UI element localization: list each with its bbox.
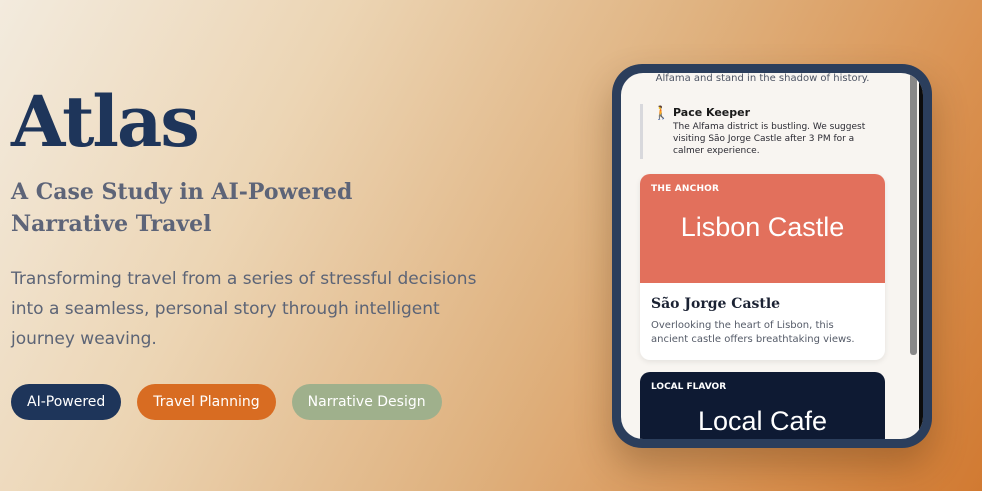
anchor-card-eyebrow: THE ANCHOR <box>651 184 720 194</box>
page-subtitle: A Case Study in AI-Powered Narrative Tra… <box>11 179 353 237</box>
scrollbar-thumb[interactable] <box>910 73 917 355</box>
anchor-card-body: São Jorge Castle Overlooking the heart o… <box>640 283 885 360</box>
pace-keeper-title: Pace Keeper <box>673 106 751 119</box>
tag-ai-powered[interactable]: AI-Powered <box>11 384 122 420</box>
anchor-card-hero: Lisbon Castle <box>680 212 845 242</box>
walking-person-icon: 🚶 <box>653 106 670 121</box>
local-flavor-hero: Local Cafe <box>697 406 828 436</box>
local-flavor-eyebrow: LOCAL FLAVOR <box>651 382 727 392</box>
pace-keeper-body: The Alfama district is bustling. We sugg… <box>673 122 866 156</box>
hero-section: Atlas A Case Study in AI-Powered Narrati… <box>11 84 511 420</box>
anchor-card-text: Overlooking the heart of Lisbon, this an… <box>651 320 855 345</box>
screen-edge <box>919 73 923 439</box>
local-flavor-card[interactable]: LOCAL FLAVOR Local Cafe <box>640 372 885 439</box>
tag-list: AI-Powered Travel Planning Narrative Des… <box>11 384 511 420</box>
anchor-card[interactable]: THE ANCHOR Lisbon Castle São Jorge Castl… <box>640 174 885 360</box>
phone-screen: Alfama and stand in the shadow of histor… <box>621 73 923 439</box>
itinerary-feed[interactable]: Alfama and stand in the shadow of histor… <box>640 73 885 439</box>
anchor-card-title: São Jorge Castle <box>651 296 781 312</box>
phone-mockup: Alfama and stand in the shadow of histor… <box>612 64 932 448</box>
page-description: Transforming travel from a series of str… <box>11 269 477 349</box>
history-text: Alfama and stand in the shadow of histor… <box>655 73 870 84</box>
page-title: Atlas <box>11 80 200 163</box>
anchor-card-banner: THE ANCHOR Lisbon Castle <box>640 174 885 283</box>
pace-keeper-callout: 🚶 Pace Keeper The Alfama district is bus… <box>640 104 885 159</box>
tag-travel-planning[interactable]: Travel Planning <box>137 384 276 420</box>
tag-narrative-design[interactable]: Narrative Design <box>291 384 442 420</box>
